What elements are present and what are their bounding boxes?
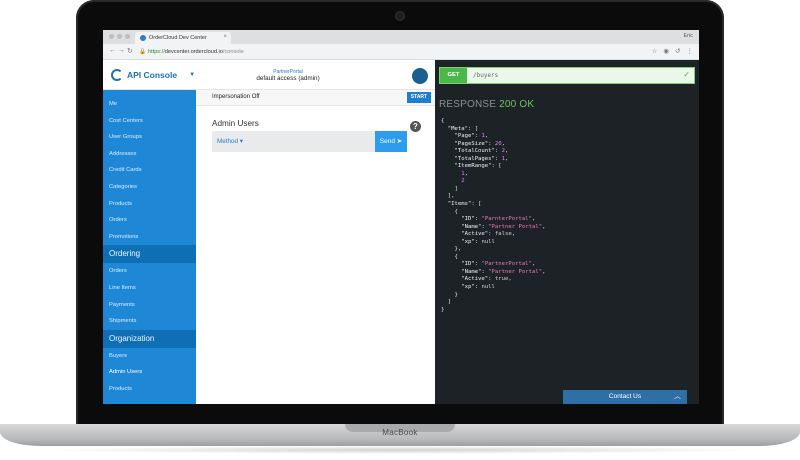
method-dropdown[interactable]: Method ▾ bbox=[217, 138, 243, 145]
sidebar-item-categories[interactable]: Categories bbox=[103, 179, 196, 196]
check-icon: ✓ bbox=[683, 70, 690, 79]
sidebar-item-me[interactable]: Me bbox=[103, 96, 196, 113]
camera bbox=[396, 12, 404, 20]
screen: OrderCloud Dev Center × Eric ← → ↻ 🔒 http… bbox=[103, 30, 699, 404]
response-status: RESPONSE 200 OK bbox=[439, 99, 534, 110]
url-field[interactable]: 🔒 https://devcenter.ordercloud.io/console bbox=[139, 47, 619, 57]
sidebar-item-buyers[interactable]: Buyers bbox=[103, 348, 196, 365]
ordercloud-logo-icon bbox=[111, 69, 123, 81]
send-button[interactable]: Send ➤ bbox=[375, 131, 407, 152]
sidebar-item-admin-users[interactable]: Admin Users bbox=[103, 364, 196, 381]
sidebar-item-credit-cards[interactable]: Credit Cards bbox=[103, 162, 196, 179]
http-method-badge: GET bbox=[440, 68, 467, 83]
sidebar-section-ordering[interactable]: Ordering bbox=[103, 245, 196, 264]
sidebar-section-organization[interactable]: Organization bbox=[103, 329, 196, 348]
sidebar-item-orders[interactable]: Orders bbox=[103, 212, 196, 229]
browser-tab[interactable]: OrderCloud Dev Center × bbox=[135, 32, 231, 44]
url-path: /console bbox=[222, 49, 244, 55]
impersonation-row: Impersonation Off START bbox=[196, 90, 435, 106]
impersonation-status: Impersonation Off bbox=[212, 94, 260, 100]
app-title: API Console bbox=[127, 70, 178, 80]
chevron-down-icon[interactable]: ▼ bbox=[189, 72, 195, 78]
request-panel: Impersonation Off START Admin Users ? Me… bbox=[196, 90, 435, 404]
refresh-ext-icon[interactable]: ↺ bbox=[675, 47, 680, 55]
sidebar-item-shipments[interactable]: Shipments bbox=[103, 313, 196, 330]
back-icon[interactable]: ← bbox=[109, 47, 116, 54]
context-access: default access (admin) bbox=[256, 75, 320, 82]
app-logo[interactable]: API Console ▼ bbox=[111, 69, 195, 81]
sidebar-item-line-items[interactable]: Line Items bbox=[103, 280, 196, 297]
tab-close-icon[interactable]: × bbox=[223, 34, 227, 40]
chevron-up-icon: ︿ bbox=[674, 393, 681, 400]
sidebar-item-promotions[interactable]: Promotions bbox=[103, 229, 196, 246]
sidebar-item-cost-centers[interactable]: Cost Centers bbox=[103, 113, 196, 130]
sidebar-item-user-groups[interactable]: User Groups bbox=[103, 129, 196, 146]
sidebar-item-payments[interactable]: Payments bbox=[103, 297, 196, 314]
help-icon[interactable]: ? bbox=[410, 121, 421, 132]
reload-icon[interactable]: ↻ bbox=[127, 47, 133, 55]
device-brand: MacBook bbox=[382, 428, 418, 437]
contact-us-button[interactable]: Contact Us ︿ bbox=[563, 390, 687, 404]
url-host: devcenter.ordercloud.io bbox=[164, 49, 223, 55]
send-icon: ➤ bbox=[396, 138, 403, 145]
favicon-icon bbox=[140, 35, 146, 41]
response-code: 200 OK bbox=[499, 99, 535, 110]
menu-dots-icon[interactable]: ⋮ bbox=[687, 47, 694, 55]
response-json: { "Meta": [ "Page": 1, "PageSize": 20, "… bbox=[441, 118, 546, 313]
sidebar: Me Cost Centers User Groups Addresses Cr… bbox=[103, 90, 196, 404]
send-label: Send bbox=[379, 138, 395, 145]
request-bar[interactable]: GET /buyers ✓ bbox=[439, 67, 695, 84]
app-header: API Console ▼ PartnerPortal default acce… bbox=[103, 60, 435, 90]
context-selector[interactable]: PartnerPortal default access (admin) bbox=[233, 69, 343, 82]
start-button[interactable]: START bbox=[406, 92, 431, 103]
camera-ext-icon[interactable]: ◉ bbox=[663, 47, 669, 55]
avatar[interactable] bbox=[412, 68, 428, 84]
method-row: Method ▾ Send ➤ bbox=[212, 131, 407, 152]
laptop-shadow bbox=[40, 446, 760, 454]
response-console: GET /buyers ✓ RESPONSE 200 OK { "Meta": … bbox=[435, 60, 699, 404]
star-icon[interactable]: ☆ bbox=[652, 47, 658, 55]
forward-icon[interactable]: → bbox=[118, 47, 125, 54]
url-protocol: https:// bbox=[147, 49, 165, 55]
sidebar-item-org-products[interactable]: Products bbox=[103, 381, 196, 398]
address-bar-row: ← → ↻ 🔒 https://devcenter.ordercloud.io/c… bbox=[103, 44, 699, 60]
endpoint-path: /buyers bbox=[473, 72, 499, 79]
response-label: RESPONSE bbox=[439, 99, 497, 110]
browser-user[interactable]: Eric bbox=[684, 33, 693, 39]
page-title: Admin Users bbox=[212, 119, 259, 128]
sidebar-item-products[interactable]: Products bbox=[103, 196, 196, 213]
extension-icons: ☆ ◉ ↺ ⋮ bbox=[652, 47, 693, 55]
lock-icon: 🔒 bbox=[139, 49, 146, 55]
tab-title: OrderCloud Dev Center bbox=[149, 35, 207, 41]
browser-tabstrip: OrderCloud Dev Center × Eric bbox=[103, 30, 699, 44]
contact-label: Contact Us bbox=[608, 393, 642, 400]
sidebar-item-addresses[interactable]: Addresses bbox=[103, 146, 196, 163]
window-controls[interactable] bbox=[109, 34, 130, 39]
sidebar-item-ordering-orders[interactable]: Orders bbox=[103, 263, 196, 280]
